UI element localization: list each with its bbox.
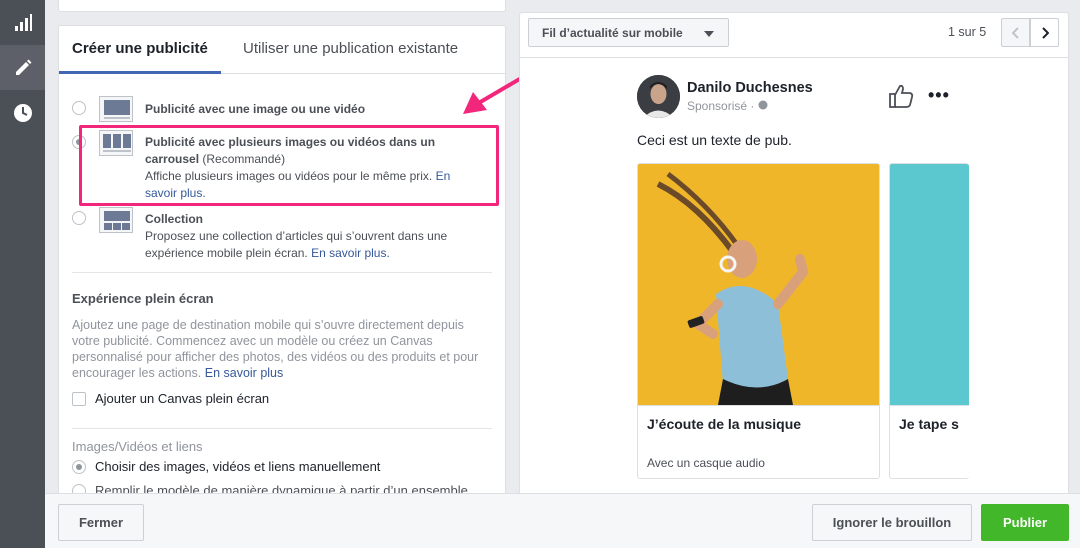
preview-toolbar: Fil d’actualité sur mobile 1 sur 5 (520, 13, 1068, 58)
pencil-icon (15, 59, 31, 75)
bar-chart-icon (14, 13, 32, 31)
card-divider (638, 405, 879, 406)
format-title-single: Publicité avec une image ou une vidéo (145, 102, 366, 116)
creative-tabs: Créer une publicité Utiliser une publica… (59, 26, 505, 74)
ad-preview-panel: Fil d’actualité sur mobile 1 sur 5 Danil… (519, 12, 1069, 493)
collection-icon (99, 207, 133, 233)
radio-manual-media[interactable] (72, 460, 86, 474)
chevron-down-icon (704, 31, 714, 37)
carousel-card[interactable]: Je tape s (889, 163, 969, 479)
media-links-heading: Images/Vidéos et liens (72, 439, 203, 454)
carousel-card[interactable]: J’écoute de la musique Avec un casque au… (637, 163, 880, 479)
globe-icon (758, 100, 768, 110)
ad-editor-panel: Créer une publicité Utiliser une publica… (58, 25, 506, 493)
close-button[interactable]: Fermer (58, 504, 144, 541)
carousel-card-image (890, 164, 969, 405)
radio-dynamic-media[interactable] (72, 484, 86, 493)
carousel-card-title: J’écoute de la musique (647, 416, 802, 432)
format-option-single[interactable]: Publicité avec une image ou une vidéo (72, 96, 492, 122)
fullscreen-experience-description: Ajoutez une page de destination mobile q… (72, 317, 494, 381)
avatar (637, 75, 680, 118)
card-divider (890, 405, 969, 406)
sidebar-item-history[interactable] (0, 90, 45, 135)
carousel-highlight-frame (79, 125, 499, 206)
chevron-left-icon (1011, 26, 1019, 39)
post-text: Ceci est un texte de pub. (637, 132, 792, 148)
tab-create-ad[interactable]: Créer une publicité (72, 40, 208, 57)
learn-more-link-fullscreen[interactable]: En savoir plus (205, 366, 284, 380)
sponsored-text: Sponsorisé · (687, 99, 758, 113)
radio-single-format[interactable] (72, 101, 86, 115)
left-sidebar (0, 0, 45, 548)
editor-footer: Fermer Ignorer le brouillon Publier (45, 493, 1080, 548)
main-area: Créer une publicité Utiliser une publica… (45, 0, 1080, 493)
section-divider (72, 428, 492, 429)
format-option-collection[interactable]: Collection Proposez une collection d’art… (72, 207, 492, 262)
format-title-collection: Collection (145, 212, 204, 226)
next-preview-button[interactable] (1030, 18, 1059, 47)
like-icon[interactable] (887, 83, 915, 109)
section-divider (72, 272, 492, 273)
dynamic-media-label[interactable]: Remplir le modèle de manière dynamique à… (95, 483, 468, 493)
canvas-checkbox[interactable] (72, 392, 86, 406)
sponsored-label: Sponsorisé · (687, 99, 768, 113)
placement-dropdown[interactable]: Fil d’actualité sur mobile (528, 18, 729, 47)
canvas-checkbox-label[interactable]: Ajouter un Canvas plein écran (95, 391, 269, 406)
learn-more-link-collection[interactable]: En savoir plus. (311, 246, 390, 260)
format-description-collection: Proposez une collection d’articles qui s… (145, 229, 448, 260)
clock-icon (13, 103, 32, 122)
tab-use-existing-post[interactable]: Utiliser une publication existante (243, 40, 458, 57)
radio-collection-format[interactable] (72, 211, 86, 225)
previous-section-panel (58, 0, 506, 12)
carousel-card-subtitle: Avec un casque audio (647, 456, 765, 470)
single-image-icon (99, 96, 133, 122)
sidebar-item-edit[interactable] (0, 45, 45, 90)
preview-page-count: 1 sur 5 (948, 25, 987, 39)
post-author-name[interactable]: Danilo Duchesnes (687, 80, 813, 96)
manual-media-label[interactable]: Choisir des images, vidéos et liens manu… (95, 459, 380, 474)
publish-button[interactable]: Publier (981, 504, 1069, 541)
active-tab-indicator (59, 71, 221, 74)
sidebar-item-reports[interactable] (0, 0, 45, 45)
more-options-icon[interactable]: ••• (928, 85, 950, 106)
chevron-right-icon (1041, 26, 1049, 39)
carousel-card-image (638, 164, 879, 405)
fullscreen-experience-heading: Expérience plein écran (72, 291, 214, 306)
carousel-card-title: Je tape s (899, 416, 959, 432)
discard-draft-button[interactable]: Ignorer le brouillon (812, 504, 972, 541)
placement-dropdown-label: Fil d’actualité sur mobile (542, 25, 683, 40)
previous-preview-button[interactable] (1001, 18, 1030, 47)
